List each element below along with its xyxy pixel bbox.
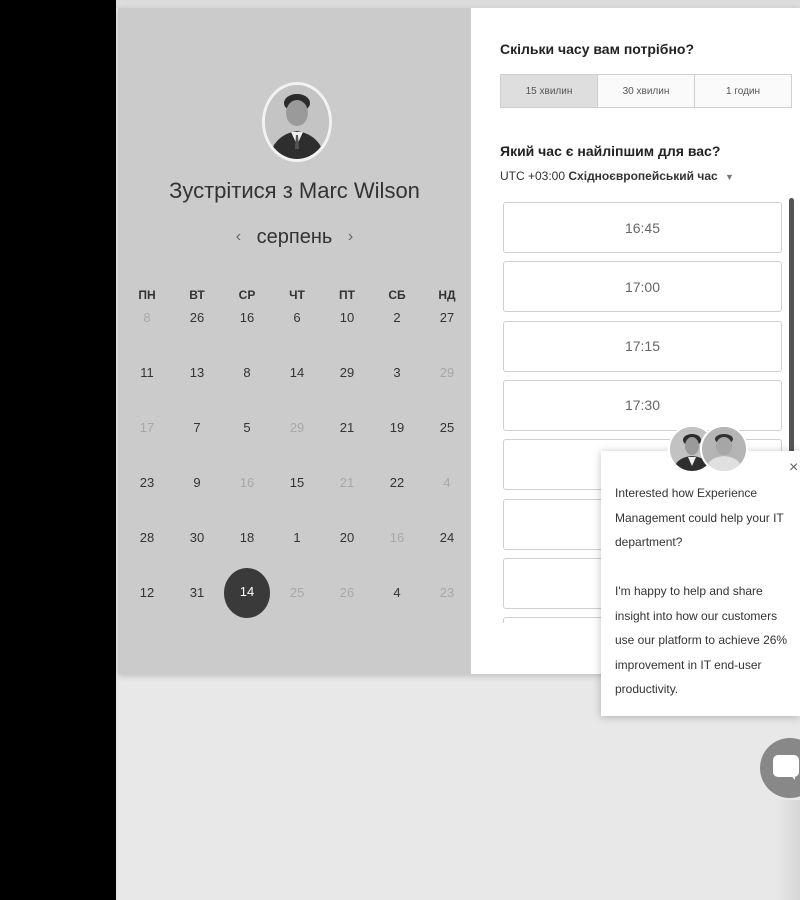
chevron-left-icon[interactable]: ‹ <box>226 228 251 246</box>
time-slot-button[interactable]: 17:15 <box>503 320 782 372</box>
caret-down-icon: ▼ <box>725 172 734 182</box>
calendar-day[interactable]: 16 <box>225 306 269 330</box>
weekday-label: ВТ <box>189 288 205 302</box>
person-icon <box>702 427 746 471</box>
calendar-day[interactable]: 27 <box>425 306 469 330</box>
calendar-day[interactable]: 2 <box>375 306 419 330</box>
calendar-day[interactable]: 29 <box>275 416 319 440</box>
calendar-day[interactable]: 24 <box>425 526 469 550</box>
weekday-label: ПТ <box>339 288 355 302</box>
calendar-day[interactable]: 25 <box>425 416 469 440</box>
calendar-day[interactable]: 8 <box>125 306 169 330</box>
calendar-day[interactable]: 4 <box>425 471 469 495</box>
host-avatar <box>262 82 332 162</box>
calendar-day[interactable]: 18 <box>225 526 269 550</box>
time-slot-button[interactable]: 16:45 <box>503 202 782 253</box>
calendar-day[interactable]: 31 <box>175 581 219 605</box>
calendar-day[interactable]: 3 <box>375 361 419 385</box>
calendar-day[interactable]: 28 <box>125 526 169 550</box>
calendar-day[interactable]: 22 <box>375 471 419 495</box>
timezone-name: Східноєвропейський час <box>568 169 718 183</box>
calendar-day[interactable]: 11 <box>125 361 169 385</box>
month-navigation: ‹ серпень › <box>118 226 471 249</box>
chevron-right-icon[interactable]: › <box>338 228 363 246</box>
meeting-title: Зустрітися з Marc Wilson <box>118 178 471 204</box>
slot-list-scrollbar[interactable] <box>789 198 794 458</box>
host-name: Marc Wilson <box>298 178 420 203</box>
calendar-day[interactable]: 16 <box>375 526 419 550</box>
calendar-day[interactable]: 17 <box>125 416 169 440</box>
timezone-selector[interactable]: UTC +03:00 Східноєвропейський час ▼ <box>500 169 734 183</box>
chat-message: Interested how Experience Management cou… <box>615 486 788 696</box>
time-slot-button[interactable]: 17:00 <box>503 261 782 313</box>
calendar-day[interactable]: 26 <box>325 581 369 605</box>
calendar-day-selected[interactable]: 14 <box>224 568 270 618</box>
calendar-day[interactable]: 14 <box>275 361 319 385</box>
weekday-label: ЧТ <box>289 288 305 302</box>
chat-launcher-button[interactable] <box>760 738 800 798</box>
calendar-day[interactable]: 20 <box>325 526 369 550</box>
top-strip <box>116 0 800 8</box>
calendar-day[interactable]: 19 <box>375 416 419 440</box>
weekday-label: СБ <box>388 288 406 302</box>
duration-option[interactable]: 30 хвилин <box>598 75 695 107</box>
calendar-day[interactable]: 8 <box>225 361 269 385</box>
calendar-day[interactable]: 30 <box>175 526 219 550</box>
edge-shadow <box>775 800 800 900</box>
calendar-day[interactable]: 1 <box>275 526 319 550</box>
calendar-day[interactable]: 26 <box>175 306 219 330</box>
duration-option[interactable]: 15 хвилин <box>501 75 598 107</box>
duration-option[interactable]: 1 годин <box>695 75 791 107</box>
calendar-day[interactable]: 7 <box>175 416 219 440</box>
calendar-day[interactable]: 13 <box>175 361 219 385</box>
person-icon <box>265 85 329 159</box>
calendar-day[interactable]: 12 <box>125 581 169 605</box>
calendar-day[interactable]: 4 <box>375 581 419 605</box>
close-icon[interactable]: × <box>789 459 798 477</box>
calendar-day[interactable]: 15 <box>275 471 319 495</box>
chat-bubble-tail <box>788 772 795 780</box>
calendar-day[interactable]: 5 <box>225 416 269 440</box>
title-prefix: Зустрітися з <box>169 178 293 203</box>
weekday-label: ПН <box>138 288 156 302</box>
calendar-day[interactable]: 9 <box>175 471 219 495</box>
weekday-label: НД <box>438 288 456 302</box>
calendar-day[interactable]: 25 <box>275 581 319 605</box>
duration-selector: 15 хвилин 30 хвилин 1 годин <box>500 74 792 108</box>
calendar-day[interactable]: 29 <box>425 361 469 385</box>
duration-question: Скільки часу вам потрібно? <box>500 41 695 57</box>
calendar-day[interactable]: 21 <box>325 471 369 495</box>
calendar-day[interactable]: 23 <box>125 471 169 495</box>
calendar-day[interactable]: 23 <box>425 581 469 605</box>
calendar-day[interactable]: 21 <box>325 416 369 440</box>
chat-bubble-icon <box>773 755 799 777</box>
calendar-day[interactable]: 16 <box>225 471 269 495</box>
time-question: Який час є найліпшим для вас? <box>500 143 721 159</box>
timezone-offset: UTC +03:00 <box>500 169 566 183</box>
weekday-label: СР <box>238 288 256 302</box>
left-black-bar <box>0 0 116 900</box>
time-slot-button[interactable]: 17:30 <box>503 379 782 431</box>
chat-popup: × Interested how Experience Management c… <box>601 425 800 716</box>
agent-avatars <box>668 425 748 475</box>
month-label: серпень <box>256 226 333 248</box>
agent-avatar-2 <box>700 425 748 473</box>
calendar-day[interactable]: 6 <box>275 306 319 330</box>
calendar-day[interactable]: 10 <box>325 306 369 330</box>
calendar-day[interactable]: 29 <box>325 361 369 385</box>
